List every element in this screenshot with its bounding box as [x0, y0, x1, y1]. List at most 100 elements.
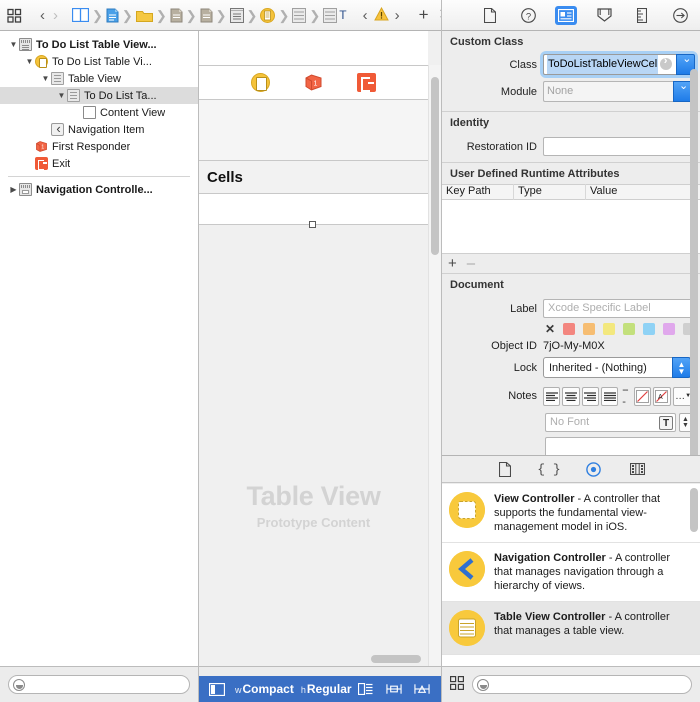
library-item-navigation-controller[interactable]: Navigation Controller - A controller tha…	[442, 543, 700, 602]
disclosure-triangle[interactable]: ▶	[8, 181, 19, 198]
library-item-list[interactable]: View Controller - A controller that supp…	[442, 484, 700, 666]
folder-icon[interactable]	[135, 0, 153, 30]
grid-icon[interactable]	[3, 0, 26, 30]
quick-help-tab[interactable]: ?	[517, 6, 539, 25]
color-swatch-blue[interactable]	[643, 323, 656, 335]
code-snippet-library-tab[interactable]: { }	[537, 460, 560, 478]
outline-row-navigation-item[interactable]: ▼ Navigation Item	[0, 121, 198, 138]
table-view-icon[interactable]	[292, 0, 307, 30]
outline-filter-input[interactable]	[8, 675, 190, 694]
color-swatch-orange[interactable]	[583, 323, 596, 335]
lock-stepper-arrows[interactable]: ▲ ▼	[672, 357, 691, 378]
media-library-tab[interactable]	[627, 460, 647, 478]
exit-icon[interactable]	[357, 73, 376, 92]
library-scrollbar[interactable]	[690, 488, 698, 532]
label-T-icon[interactable]: T	[337, 8, 348, 22]
clear-color-swatch[interactable]: ✕	[545, 323, 555, 335]
horizontal-fit-icon[interactable]	[385, 682, 402, 696]
table-view-cell-icon[interactable]	[323, 0, 338, 30]
outline-row-first-responder[interactable]: ▼ 1 First Responder	[0, 138, 198, 155]
outline-row-label: Content View	[100, 106, 166, 119]
restoration-id-input[interactable]	[543, 137, 692, 156]
col-value[interactable]: Value	[586, 184, 700, 200]
module-combobox[interactable]: None	[543, 79, 692, 102]
outline-row-table-view-cell[interactable]: ▼ To Do List Ta...	[0, 87, 198, 104]
resize-handle[interactable]	[309, 221, 316, 228]
module-value[interactable]: None	[543, 81, 673, 102]
align-left-icon[interactable]	[543, 386, 561, 406]
color-swatch-yellow[interactable]	[603, 323, 616, 335]
highlight-color-icon[interactable]: A	[653, 386, 671, 406]
text-color-icon[interactable]	[633, 386, 652, 406]
library-grid-icon[interactable]	[450, 676, 464, 693]
add-icon[interactable]: +	[414, 6, 434, 23]
align-justify-icon[interactable]	[600, 386, 619, 406]
inspector-scrollbar[interactable]	[690, 69, 698, 455]
library-item-table-view-controller[interactable]: Table View Controller - A controller tha…	[442, 602, 700, 655]
file-inspector-tab[interactable]	[479, 6, 501, 25]
size-class-bar[interactable]: wCompact hRegular	[199, 676, 441, 702]
align-center-icon[interactable]	[562, 386, 580, 406]
canvas-vertical-scrollbar[interactable]	[431, 77, 439, 255]
col-key-path[interactable]: Key Path	[442, 184, 514, 200]
document-outline-panel[interactable]: ▼ To Do List Table View... ▼ To Do List …	[0, 31, 199, 666]
first-responder-icon[interactable]: 1	[304, 73, 323, 92]
label-input[interactable]: Xcode Specific Label	[543, 299, 692, 318]
add-attribute-button[interactable]: +	[448, 256, 457, 271]
connections-inspector-tab[interactable]	[669, 6, 691, 25]
width-size-class[interactable]: wCompact	[235, 682, 294, 696]
disclosure-triangle[interactable]: ▼	[40, 70, 51, 87]
height-size-class[interactable]: hRegular	[301, 682, 352, 696]
notes-font-field[interactable]: No Font T	[545, 413, 676, 432]
forward-arrow-icon[interactable]: ›	[49, 7, 62, 24]
prev-issue-icon[interactable]: ‹	[359, 7, 372, 24]
outline-row-content-view[interactable]: ▼ Content View	[0, 104, 198, 121]
notes-textarea[interactable]	[545, 437, 692, 455]
file-icon[interactable]	[170, 0, 183, 30]
library-item-view-controller[interactable]: View Controller - A controller that supp…	[442, 484, 700, 543]
outline-row-view-controller[interactable]: ▼ To Do List Table Vi...	[0, 53, 198, 70]
project-doc-icon[interactable]	[106, 0, 119, 30]
view-controller-icon[interactable]	[260, 0, 276, 30]
file2-icon[interactable]	[200, 0, 213, 30]
back-arrow-icon[interactable]: ‹	[36, 7, 49, 24]
disclosure-triangle[interactable]: ▼	[56, 87, 67, 104]
dash-icon[interactable]: ---	[620, 384, 632, 408]
object-library-tab[interactable]	[583, 460, 603, 478]
library-filter-input[interactable]	[472, 675, 692, 694]
storyboard-canvas[interactable]: 1 Cells Table View Prototype Content	[199, 31, 441, 666]
disclosure-triangle[interactable]: ▼	[24, 53, 35, 70]
outline-row-table-view[interactable]: ▼ Table View	[0, 70, 198, 87]
canvas-horizontal-scrollbar[interactable]	[371, 655, 421, 663]
color-swatch-red[interactable]	[563, 323, 576, 335]
view-controller-icon[interactable]	[251, 73, 270, 92]
col-type[interactable]: Type	[514, 184, 586, 200]
disclosure-triangle[interactable]: ▼	[8, 36, 19, 53]
color-swatch-purple[interactable]	[663, 323, 676, 335]
class-value[interactable]: ToDoListTableViewCel	[547, 55, 659, 74]
align-right-icon[interactable]	[581, 386, 599, 406]
warning-icon[interactable]	[372, 6, 391, 24]
table-view-cell-icon	[67, 89, 80, 102]
prototype-cell[interactable]	[199, 194, 428, 224]
scene-dock-icons[interactable]: 1	[199, 69, 428, 96]
vertical-fit-icon[interactable]	[413, 682, 430, 696]
variations-icon[interactable]	[358, 682, 374, 696]
device-icon[interactable]	[209, 682, 225, 696]
attributes-inspector-tab[interactable]	[593, 6, 615, 25]
lock-popup-button[interactable]: Inherited - (Nothing) ▲ ▼	[543, 357, 692, 378]
class-combobox[interactable]: ToDoListTableViewCel	[539, 51, 699, 78]
font-panel-icon[interactable]: T	[659, 416, 673, 430]
runtime-attributes-table-body[interactable]	[442, 200, 700, 254]
identity-inspector-tab[interactable]	[555, 5, 577, 25]
remove-attribute-button[interactable]: –	[467, 256, 475, 271]
outline-row-scene[interactable]: ▼ To Do List Table View...	[0, 36, 198, 53]
file-template-library-tab[interactable]	[495, 460, 515, 478]
color-swatch-green[interactable]	[623, 323, 636, 335]
storyboard-scene-icon[interactable]	[229, 0, 244, 30]
next-issue-icon[interactable]: ›	[391, 7, 404, 24]
size-inspector-tab[interactable]	[631, 6, 653, 25]
outline-row-navigation-controller[interactable]: ▶ Navigation Controlle...	[0, 181, 198, 198]
outline-row-exit[interactable]: ▼ Exit	[0, 155, 198, 172]
assistant-editor-icon[interactable]	[72, 0, 89, 30]
